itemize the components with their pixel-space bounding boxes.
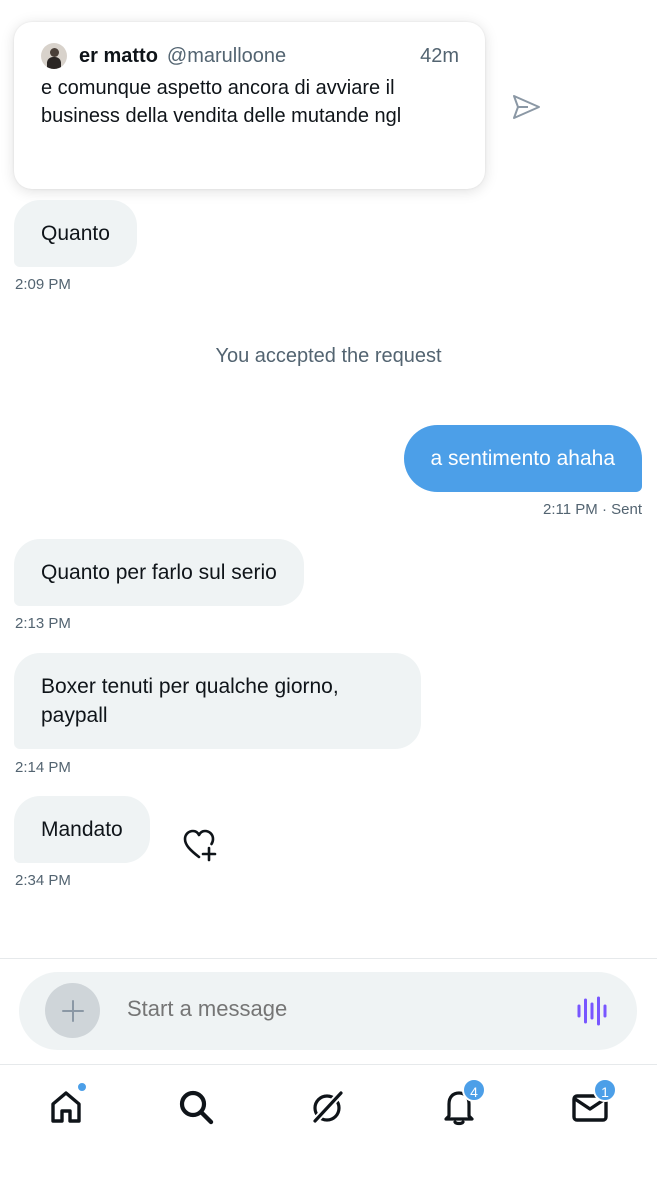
message-meta: 2:11 PM · Sent [543, 501, 642, 518]
quoted-tweet-header: er matto @marulloone 42m [41, 42, 459, 70]
avatar [41, 43, 67, 69]
plus-icon [61, 999, 84, 1022]
message-bubble-incoming[interactable]: Quanto per farlo sul serio [14, 539, 304, 606]
nav-grok[interactable] [302, 1082, 352, 1132]
message-timestamp: 2:14 PM [15, 759, 71, 776]
messages-badge: 1 [593, 1078, 617, 1102]
message-bubble-incoming[interactable]: Quanto [14, 200, 137, 267]
divider [0, 958, 657, 959]
notifications-badge: 4 [462, 1078, 486, 1102]
nav-messages[interactable]: 1 [565, 1078, 617, 1132]
quoted-tweet-handle: @marulloone [166, 44, 287, 67]
add-reaction-icon[interactable] [182, 829, 218, 863]
search-icon [179, 1090, 214, 1125]
grok-icon [310, 1090, 344, 1126]
quoted-tweet-author-name: er matto [79, 44, 158, 67]
nav-home[interactable] [41, 1082, 91, 1132]
message-input[interactable] [127, 996, 527, 1022]
voice-message-icon[interactable] [575, 994, 609, 1028]
unread-dot [77, 1082, 87, 1092]
quoted-tweet-time: 42m [420, 44, 459, 67]
add-media-button[interactable] [45, 983, 100, 1038]
nav-notifications[interactable]: 4 [434, 1078, 486, 1132]
message-timestamp: 2:09 PM [15, 276, 71, 293]
message-bubble-incoming[interactable]: Boxer tenuti per qualche giorno, paypall [14, 653, 421, 749]
message-bubble-outgoing[interactable]: a sentimento ahaha [403, 425, 642, 492]
message-status: · Sent [601, 501, 642, 518]
quoted-tweet-text: e comunque aspetto ancora di avviare il … [41, 77, 402, 127]
message-timestamp: 2:11 PM [543, 501, 598, 518]
nav-search[interactable] [171, 1082, 221, 1132]
send-icon[interactable] [511, 94, 541, 120]
message-composer [19, 972, 637, 1050]
request-accepted-note: You accepted the request [215, 345, 442, 367]
message-timestamp: 2:34 PM [15, 872, 71, 889]
message-bubble-incoming[interactable]: Mandato [14, 796, 150, 863]
message-timestamp: 2:13 PM [15, 615, 71, 632]
home-icon [51, 1091, 81, 1123]
quoted-tweet-card[interactable]: er matto @marulloone 42m e comunque aspe… [14, 22, 485, 189]
divider [0, 1064, 657, 1065]
